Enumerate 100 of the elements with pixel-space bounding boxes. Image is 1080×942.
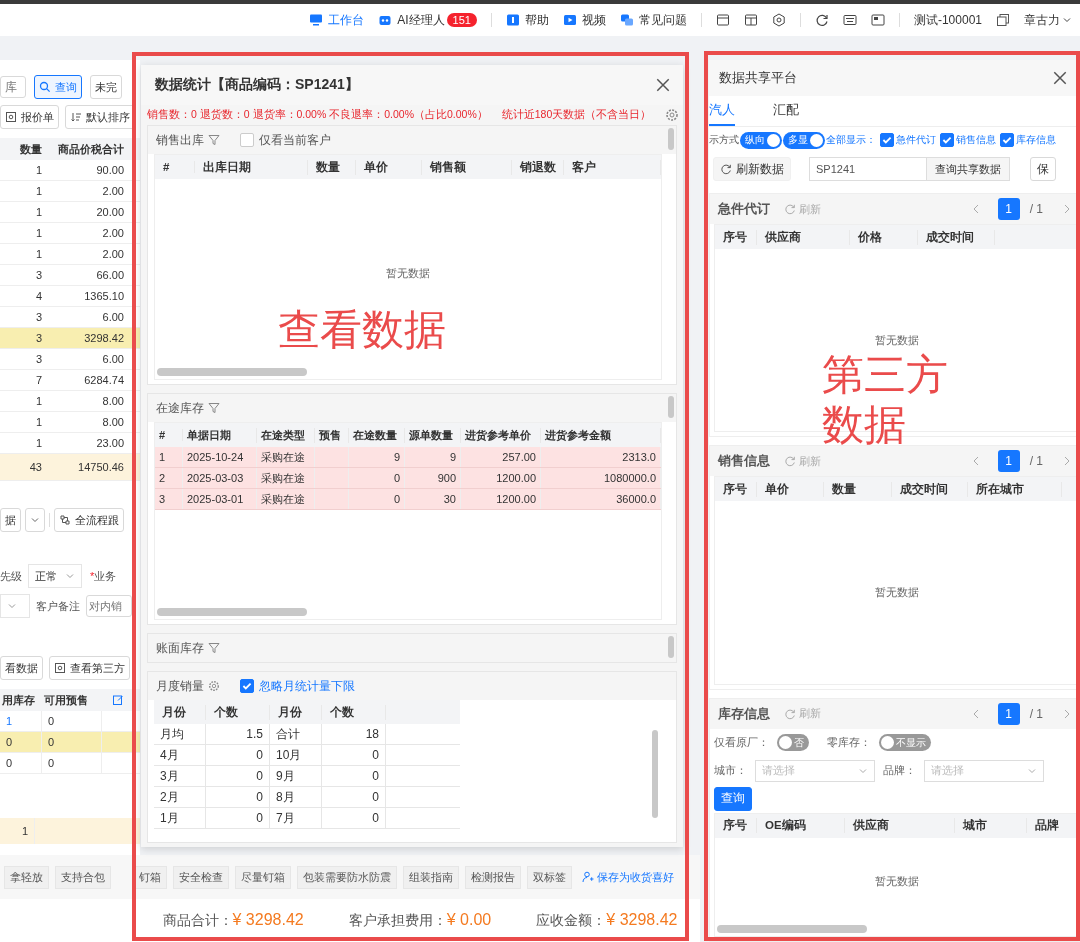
scrollbar[interactable] (668, 636, 674, 658)
table-row[interactable]: 1 2.00 (0, 244, 140, 265)
current-page[interactable]: 1 (997, 450, 1020, 473)
priority-select[interactable]: 正常 (28, 564, 82, 588)
table-row[interactable]: 1 2.00 (0, 181, 140, 202)
tag[interactable]: 双标签 (527, 865, 572, 889)
user-menu[interactable]: 章古力 (1024, 11, 1072, 29)
checkbox[interactable]: 仅看当前客户 (240, 131, 331, 149)
filter-label: 仅看原厂： (714, 735, 769, 751)
table-cell: 18 (365, 727, 379, 741)
toggle-switch[interactable]: 多显 (783, 131, 825, 149)
refresh-icon[interactable] (814, 13, 829, 27)
quote-button[interactable]: 报价单 (0, 105, 59, 129)
save-preference-link[interactable]: 保存为收货喜好 (582, 869, 674, 885)
save-button[interactable]: 保 (1030, 157, 1056, 181)
table-row[interactable]: 1 90.00 (0, 160, 140, 181)
table-row[interactable]: 3 3298.42 (0, 328, 140, 349)
table-cell: 0 (42, 732, 102, 752)
tag[interactable]: 组装指南 (403, 865, 459, 889)
caret-icon (30, 515, 40, 525)
checkbox[interactable]: 库存信息 (1000, 133, 1056, 147)
table-row[interactable]: 3 6.00 (0, 349, 140, 370)
table-row[interactable]: 1 8.00 (0, 391, 140, 412)
table-row[interactable]: 1 2.00 (0, 223, 140, 244)
query-button[interactable]: 查询 (714, 786, 752, 811)
column-header: 数量 (824, 481, 892, 497)
tag[interactable]: 支持合包 (55, 865, 111, 889)
copy-icon[interactable] (996, 13, 1010, 27)
table-row[interactable]: 7 6284.74 (0, 370, 140, 391)
sort-dropdown[interactable]: 默认排序 (65, 105, 135, 129)
remark-field[interactable]: 对内销 (86, 595, 132, 617)
ai-manager-link[interactable]: AI经理人 (378, 11, 445, 29)
table-row[interactable]: 1 8.00 (0, 412, 140, 433)
display-mode-label: 示方式 (709, 133, 739, 147)
keyboard-icon[interactable] (842, 13, 857, 27)
checkbox[interactable]: 忽略月统计量下限 (240, 677, 355, 695)
column-header: 可用预售 (43, 692, 88, 708)
workbench-link[interactable]: 工作台 (309, 11, 365, 29)
tag[interactable]: 包装需要防水防震 (297, 865, 397, 889)
scrollbar[interactable] (717, 925, 867, 933)
checkbox[interactable]: 急件代订 (880, 133, 936, 147)
filter-icon[interactable] (208, 642, 220, 654)
tag[interactable]: 尽量钉箱 (235, 865, 291, 889)
data-button[interactable]: 据 (0, 508, 21, 532)
dropdown-button[interactable] (25, 508, 45, 532)
video-link[interactable]: 视频 (562, 11, 606, 29)
code-field[interactable]: SP1241 (809, 157, 927, 181)
table-row[interactable]: 1 20.00 (0, 202, 140, 223)
caret-icon (1062, 15, 1072, 25)
table-cell: 1 (159, 451, 166, 463)
tag[interactable]: 安全检查 (173, 865, 229, 889)
column-header: 客户 (564, 159, 661, 175)
query-shared-button[interactable]: 查询共享数据 (927, 157, 1010, 181)
layout-icon[interactable] (715, 13, 730, 27)
table-cell: 0 (372, 790, 379, 804)
table-cell-text: 23.00 (95, 436, 125, 451)
edit-icon[interactable] (112, 694, 124, 706)
screen-icon[interactable] (870, 13, 885, 27)
settings-icon[interactable] (771, 13, 786, 27)
trace-button[interactable]: 全流程跟 (54, 508, 124, 532)
search-field[interactable]: 库 (0, 76, 26, 98)
scrollbar[interactable] (157, 368, 307, 376)
table-cell-text: 1 (34, 226, 43, 241)
caret-icon (7, 601, 17, 611)
scrollbar[interactable] (668, 128, 674, 150)
view-data-button[interactable]: 看数据 (0, 656, 43, 680)
column-header: 序号 (715, 481, 757, 497)
tag[interactable]: 检测报告 (465, 865, 521, 889)
priority-label: 先级 (0, 568, 22, 584)
filter-icon[interactable] (208, 134, 220, 146)
table-row[interactable]: 4 1365.10 (0, 286, 140, 307)
table-cell: 9 (449, 451, 456, 463)
close-icon[interactable] (655, 77, 671, 93)
panel-icon[interactable] (743, 13, 758, 27)
query-button[interactable]: 查询 (34, 75, 82, 99)
toggle-switch[interactable]: 纵向 (740, 131, 782, 149)
current-page[interactable]: 1 (997, 702, 1020, 725)
tab[interactable]: 汇配 (773, 96, 799, 126)
close-icon[interactable] (1052, 70, 1068, 86)
faq-link[interactable]: 常见问题 (619, 11, 687, 29)
filter-icon[interactable] (208, 402, 220, 414)
tag[interactable]: 拿轻放 (4, 865, 49, 889)
scrollbar[interactable] (668, 396, 674, 418)
tab[interactable]: 汽人 (709, 96, 735, 126)
table-row[interactable]: 3 66.00 (0, 265, 140, 286)
table-row[interactable]: 0 0 (0, 753, 140, 774)
checkbox[interactable]: 销售信息 (940, 133, 996, 147)
table-row[interactable]: 0 0 (0, 732, 140, 753)
table-cell: 2025-03-03 (187, 472, 244, 484)
empty-message: 暂无数据 (874, 332, 919, 348)
scrollbar[interactable] (652, 730, 658, 818)
view-third-party-button[interactable]: 查看第三方 (49, 656, 130, 680)
column-header: 数量 (308, 159, 356, 175)
current-page[interactable]: 1 (997, 198, 1020, 220)
help-link[interactable]: 帮助 (505, 11, 549, 29)
check-icon (241, 680, 253, 692)
unfinished-button[interactable]: 未完 (90, 75, 122, 99)
refresh-data-button[interactable]: 刷新数据 (713, 157, 791, 181)
scrollbar[interactable] (157, 608, 307, 616)
table-cell-text: 7 (34, 373, 43, 388)
